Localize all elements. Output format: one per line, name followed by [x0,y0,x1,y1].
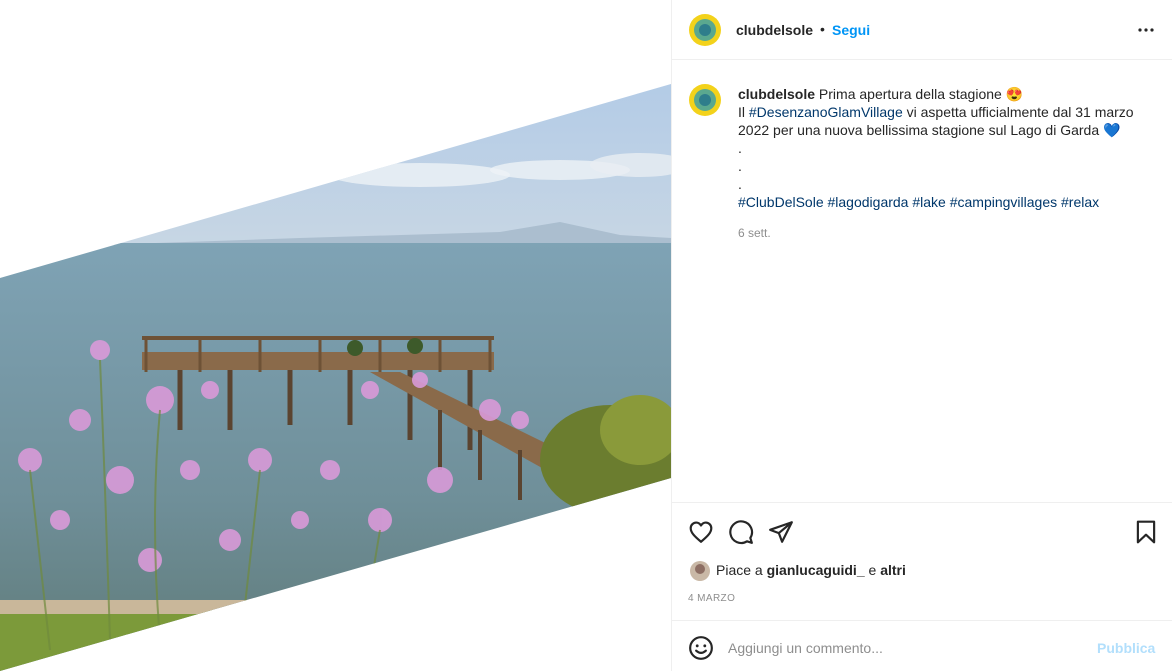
publish-button[interactable]: Pubblica [1097,640,1155,656]
comment-icon[interactable] [728,519,754,545]
post-sidebar: clubdelsole • Segui clubdelsole Prima ap… [671,0,1172,671]
post-date[interactable]: 4 MARZO [688,593,735,604]
caption-line1: Prima apertura della stagione 😍 [818,86,1024,102]
hashtag-link[interactable]: #relax [1061,194,1099,210]
caption-line2-prefix: Il [738,104,749,120]
caption-avatar[interactable] [689,84,721,116]
header-username[interactable]: clubdelsole [736,22,813,38]
paper-plane-icon[interactable] [768,519,794,545]
hashtag-link[interactable]: #lake [912,194,945,210]
profile-avatar[interactable] [689,14,721,46]
caption-dot: . [738,140,742,156]
lake-pier-photo [0,84,671,671]
comment-bar: Pubblica [672,620,1172,671]
caption-timestamp[interactable]: 6 sett. [738,226,771,240]
hashtag-link[interactable]: #campingvillages [950,194,1057,210]
heart-icon[interactable] [688,519,714,545]
hashtag-link[interactable]: #DesenzanoGlamVillage [749,104,903,120]
caption-username[interactable]: clubdelsole [738,86,815,102]
likes-text: Piace a gianlucaguidi_ e altri [716,562,906,578]
post-header: clubdelsole • Segui [672,0,1172,60]
smiley-icon[interactable] [688,635,714,661]
action-section: Piace a gianlucaguidi_ e altri 4 MARZO P… [672,502,1172,671]
likes-others[interactable]: altri [880,562,906,578]
comment-input[interactable] [728,635,1088,661]
caption-line2-rest: vi aspetta ufficialmente dal 31 marzo [902,104,1134,120]
likes-prefix: Piace a [716,562,767,578]
hashtag-link[interactable]: #lagodigarda [828,194,909,210]
post-image[interactable] [0,0,671,671]
post-caption: clubdelsole Prima apertura della stagion… [738,85,1158,211]
caption-line3: 2022 per una nuova bellissima stagione s… [738,122,1121,138]
caption-dot: . [738,176,742,192]
bookmark-icon[interactable] [1133,519,1159,545]
likes-middle: e [864,562,881,578]
liker-username[interactable]: gianlucaguidi_ [767,562,865,578]
caption-hashtags: #ClubDelSole #lagodigarda #lake #camping… [738,193,1158,211]
follow-button[interactable]: Segui [832,22,870,38]
liker-avatar [690,561,710,581]
caption-dot: . [738,158,742,174]
more-horizontal-icon[interactable] [1134,18,1158,42]
separator-dot: • [820,21,825,37]
hashtag-link[interactable]: #ClubDelSole [738,194,824,210]
